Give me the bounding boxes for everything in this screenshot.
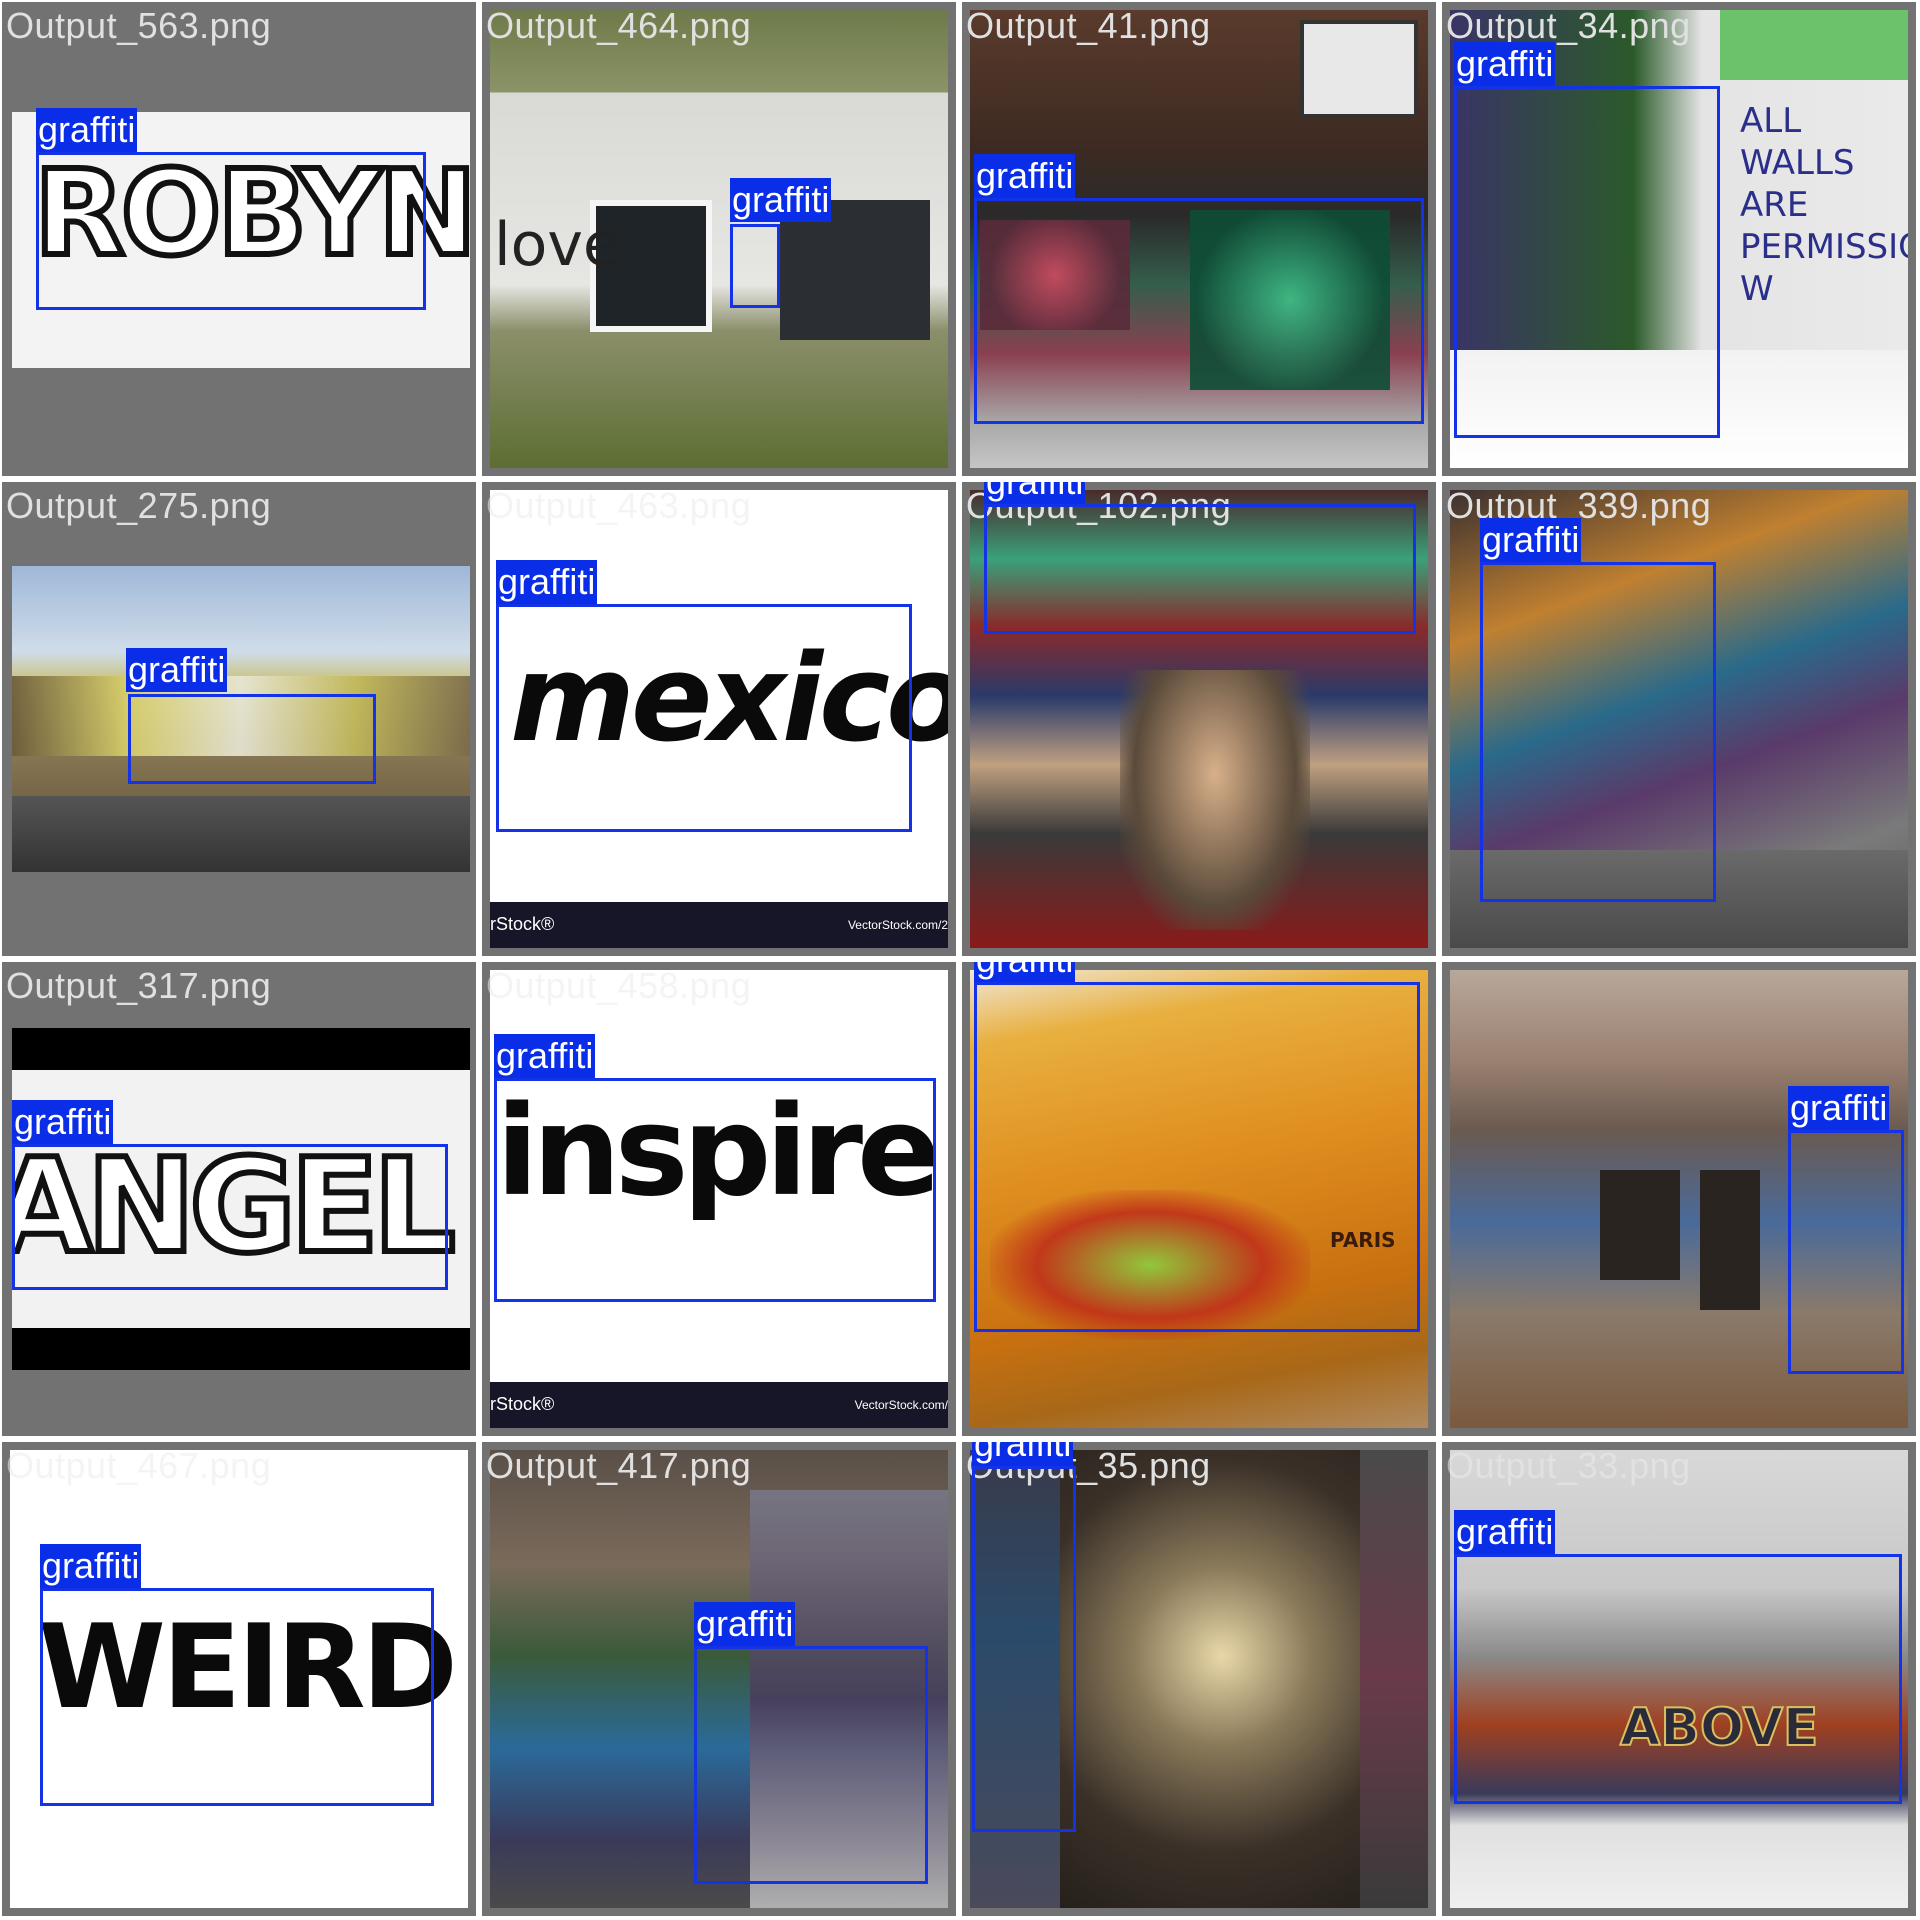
detection-box [972,1466,1076,1832]
graffiti-lettering: love [494,210,620,280]
detection-label: graffiti [1454,42,1556,86]
tile-filename: Output_467.png [6,1445,272,1486]
detection-box [1454,1554,1902,1804]
tile-output-102: Output_102.png graffiti [962,482,1436,956]
watermark-url: VectorStock.com/ [854,1398,948,1412]
detection-label: graffiti [1788,1086,1890,1130]
detection-box [694,1646,928,1884]
watermark-bar: rStock® VectorStock.com/ [490,1382,948,1428]
shack-door [1700,1170,1760,1310]
tile-output-33: ABOVE Output_33.png graffiti [1442,1442,1916,1916]
tile-filename: Output_463.png [486,485,752,526]
detection-label: graffiti [12,1100,114,1144]
detection-label: graffiti [974,154,1076,198]
detection-label: graffiti [1454,1510,1556,1554]
detection-label: graffiti [972,1442,1074,1466]
watermark-bar: rStock® VectorStock.com/2 [490,902,948,948]
detection-box [1788,1130,1904,1374]
detection-box [496,604,912,832]
tile-output-464: love Output_464.png graffiti [482,2,956,476]
shack-window [1600,1170,1680,1280]
detection-label: graffiti [36,108,138,152]
detection-label: graffiti [40,1544,142,1588]
watermark-text: rStock® [490,914,555,934]
tile-filename: Output_275.png [6,485,272,526]
detection-label: graffiti [1480,518,1582,562]
people-group [1120,670,1310,930]
watermark-url: VectorStock.com/2 [847,918,948,932]
detection-label: graffiti [730,178,832,222]
detection-label: graffiti [496,560,598,604]
tile-output-34: ALL WALLS ARE PERMISSION W Output_34.png… [1442,2,1916,476]
detection-box [12,1144,448,1290]
detection-box [974,198,1424,424]
detection-box [494,1078,936,1302]
tile-output-458: inspire rStock® VectorStock.com/ Output_… [482,962,956,1436]
building-window [1300,20,1418,118]
tile-filename: Output_317.png [6,965,272,1006]
detection-mosaic: ROBYN Output_563.png graffiti love Outpu… [0,0,1920,1920]
watermark-text: rStock® [490,1394,555,1414]
tile-filename: Output_563.png [6,5,272,46]
detection-label: graffiti [984,482,1086,504]
tile-filename: Output_33.png [1446,1445,1691,1486]
tile-output-41: Output_41.png graffiti [962,2,1436,476]
detection-box [974,982,1420,1332]
detection-box [984,504,1416,634]
detection-box [36,152,426,310]
tile-filename: Output_41.png [966,5,1211,46]
detection-label: graffiti [126,648,228,692]
detection-label: graffiti [974,962,1076,982]
right-pillar [1360,1450,1428,1908]
rail-fence [12,796,470,872]
tile-orange-wall: PARIS graffiti [962,962,1436,1436]
detection-label: graffiti [494,1034,596,1078]
detection-box [1480,562,1716,902]
detection-box [1454,86,1720,438]
tile-output-317: ANGEL Output_317.png graffiti [2,962,476,1436]
tile-filename: Output_417.png [486,1445,752,1486]
wall-writing: ALL WALLS ARE PERMISSION W [1740,101,1908,309]
tile-shack: graffiti [1442,962,1916,1436]
detection-box [128,694,376,784]
tile-output-417: Output_417.png graffiti [482,1442,956,1916]
tile-output-467: WEIRD! Output_467.png graffiti [2,1442,476,1916]
tile-output-275: Output_275.png graffiti [2,482,476,956]
tile-filename: Output_34.png [1446,5,1691,46]
detection-box [40,1588,434,1806]
tile-output-35: Output_35.png graffiti [962,1442,1436,1916]
tile-photo: love [490,10,948,468]
tile-output-463: mexico rStock® VectorStock.com/2 Output_… [482,482,956,956]
tile-filename: Output_464.png [486,5,752,46]
tile-output-563: ROBYN Output_563.png graffiti [2,2,476,476]
green-wall-top [1720,10,1908,80]
tile-filename: Output_458.png [486,965,752,1006]
detection-label: graffiti [694,1602,796,1646]
tile-output-339: Output_339.png graffiti [1442,482,1916,956]
detection-box [730,224,780,308]
